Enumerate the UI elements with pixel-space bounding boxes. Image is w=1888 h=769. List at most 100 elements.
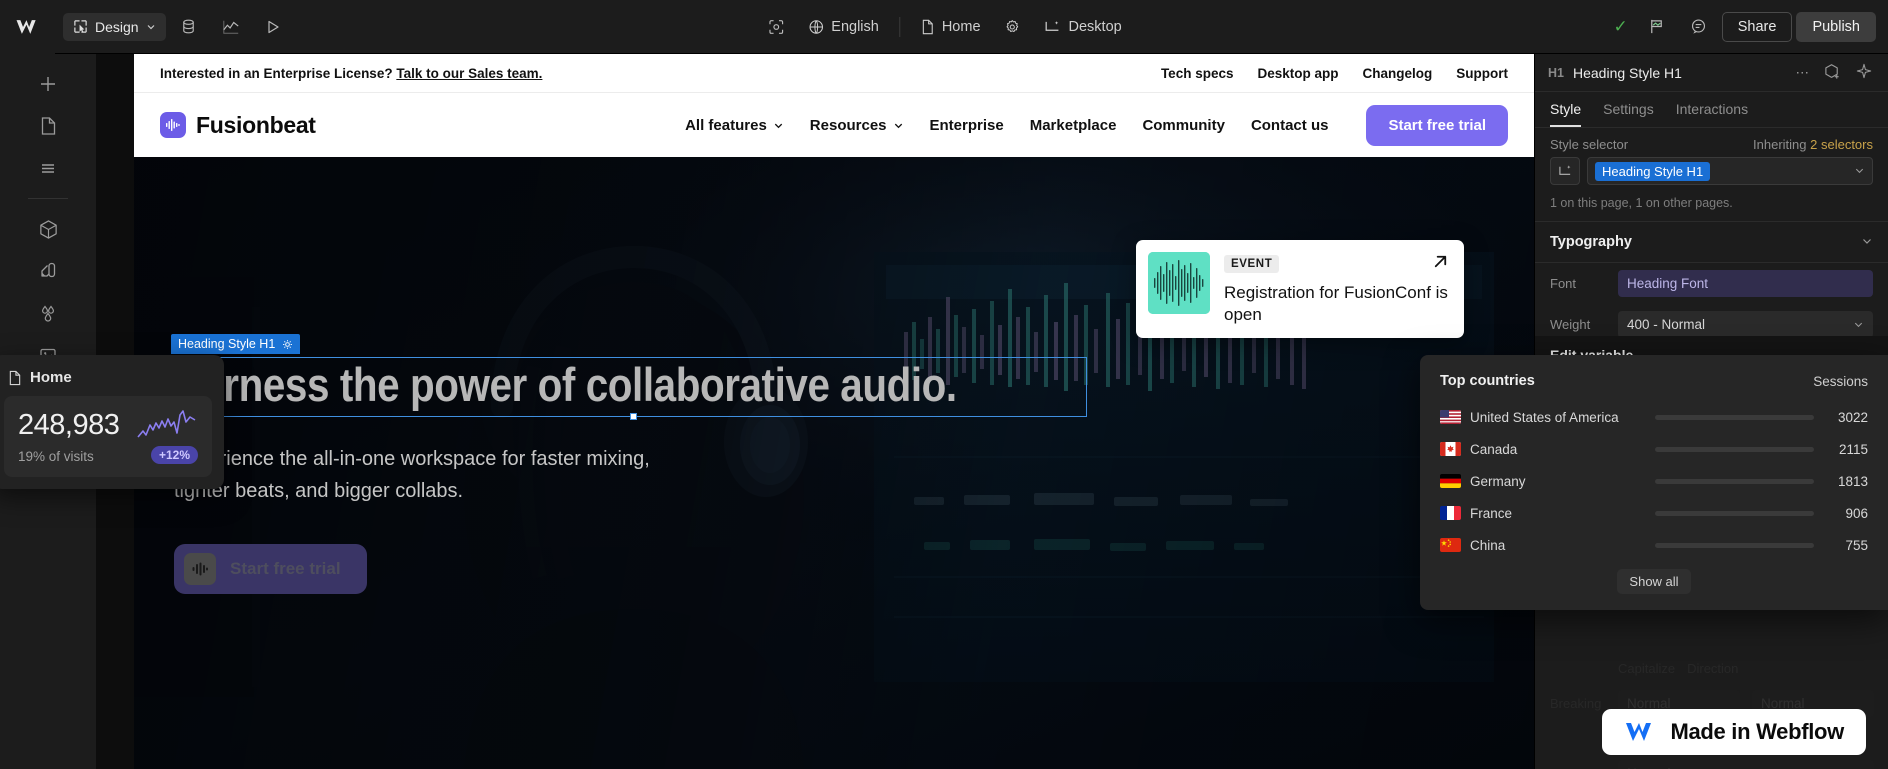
- pages-button[interactable]: [26, 106, 70, 146]
- chevron-down-icon: [1854, 322, 1863, 328]
- made-in-webflow-label: Made in Webflow: [1670, 719, 1844, 744]
- rail-divider: [28, 198, 68, 199]
- element-tag: H1: [1548, 65, 1564, 80]
- sales-team-link[interactable]: Talk to our Sales team.: [396, 66, 542, 81]
- utility-link-desktop-app[interactable]: Desktop app: [1257, 66, 1338, 81]
- webflow-logo-icon: [1626, 723, 1652, 741]
- share-button[interactable]: Share: [1721, 11, 1793, 42]
- page-selector[interactable]: Home: [911, 13, 990, 41]
- page-analytics-card[interactable]: Home 248,983 19% of visits +12%: [0, 355, 224, 489]
- made-in-webflow-badge[interactable]: Made in Webflow: [1602, 709, 1866, 755]
- style-selector-row: Style selector Inheriting 2 selectors: [1535, 128, 1888, 157]
- focus-mode-button[interactable]: [757, 10, 795, 44]
- dimmed-row-labels: Capitalize Direction: [1535, 654, 1888, 683]
- font-value-variable[interactable]: Heading Font: [1618, 270, 1873, 297]
- flag-icon-cn: [1440, 538, 1461, 552]
- country-name: United States of America: [1470, 409, 1619, 425]
- cms-database-button[interactable]: [170, 10, 208, 44]
- nav-link-resources[interactable]: Resources: [810, 117, 904, 134]
- page-icon: [9, 370, 21, 385]
- analytics-button[interactable]: [212, 10, 250, 44]
- site-preview[interactable]: Interested in an Enterprise License? Tal…: [134, 54, 1534, 769]
- hero-heading: harness the power of collaborative audio…: [177, 358, 957, 411]
- branches-button[interactable]: [1638, 10, 1676, 44]
- gear-icon[interactable]: [282, 339, 293, 350]
- nav-link-marketplace[interactable]: Marketplace: [1030, 117, 1117, 134]
- chevron-down-icon[interactable]: [1854, 164, 1865, 179]
- preview-play-button[interactable]: [254, 10, 292, 44]
- hero-section[interactable]: Heading Style H1 harness the power of co…: [134, 157, 1534, 769]
- chevron-down-icon[interactable]: [1861, 235, 1873, 250]
- database-icon: [183, 19, 194, 34]
- mode-switcher[interactable]: Design: [63, 12, 166, 41]
- selector-combobox[interactable]: Heading Style H1: [1587, 157, 1873, 185]
- inheriting-count[interactable]: 2 selectors: [1810, 137, 1873, 152]
- top-countries-panel[interactable]: Top countries Sessions United States of …: [1420, 355, 1888, 610]
- typography-section-header[interactable]: Typography: [1535, 222, 1888, 263]
- create-component-icon[interactable]: [1821, 63, 1844, 83]
- add-elements-button[interactable]: [26, 64, 70, 104]
- utility-link-changelog[interactable]: Changelog: [1363, 66, 1433, 81]
- weight-value-select[interactable]: 400 - Normal: [1618, 311, 1873, 338]
- selector-input-row: Heading Style H1: [1535, 157, 1888, 192]
- metric-values: 248,983 19% of visits: [18, 409, 120, 464]
- breaking-label: Breaking: [1550, 696, 1602, 711]
- desktop-star-icon[interactable]: [1550, 157, 1580, 185]
- toolbar-divider: [898, 16, 900, 37]
- nav-link-contact-us[interactable]: Contact us: [1251, 117, 1329, 134]
- webflow-home-button[interactable]: [0, 0, 55, 54]
- style-manager-button[interactable]: [26, 251, 70, 291]
- flag-icon-ca: [1440, 442, 1461, 456]
- nav-link-all-features[interactable]: All features: [685, 117, 784, 134]
- sparkle-icon[interactable]: [1853, 63, 1875, 82]
- utility-link-tech-specs[interactable]: Tech specs: [1161, 66, 1234, 81]
- hero-cta-button[interactable]: Start free trial: [174, 543, 367, 594]
- site-navbar: Fusionbeat All features Resources Enterp…: [134, 93, 1534, 157]
- hero-content: Heading Style H1 harness the power of co…: [171, 334, 1087, 594]
- ellipsis-icon[interactable]: ⋯: [1793, 65, 1813, 81]
- arrow-up-right-icon[interactable]: [1431, 252, 1450, 277]
- tab-style[interactable]: Style: [1550, 101, 1582, 127]
- variables-button[interactable]: [26, 293, 70, 333]
- focus-mode-icon: [769, 19, 784, 34]
- font-property-row: Font Heading Font: [1535, 263, 1888, 304]
- tab-settings[interactable]: Settings: [1603, 101, 1654, 127]
- selection-label-badge[interactable]: Heading Style H1: [171, 334, 301, 354]
- wrap-value[interactable]: Normal: [1618, 760, 1874, 769]
- topbar-right-group: ✓ Share Publish: [1607, 10, 1876, 44]
- comments-button[interactable]: [1680, 10, 1718, 44]
- chevron-down-icon: [894, 123, 902, 128]
- sessions-bar-track: [1655, 542, 1814, 548]
- language-selector[interactable]: English: [799, 13, 888, 41]
- page-settings-button[interactable]: [994, 10, 1032, 44]
- nav-link-community[interactable]: Community: [1142, 117, 1225, 134]
- chevron-down-icon: [774, 123, 782, 128]
- nav-link-enterprise[interactable]: Enterprise: [930, 117, 1004, 134]
- inheriting-info: Inheriting 2 selectors: [1753, 137, 1873, 152]
- countries-metric-label: Sessions: [1813, 373, 1868, 389]
- utility-links: Tech specs Desktop app Changelog Support: [1161, 66, 1508, 81]
- event-card[interactable]: EVENT Registration for FusionConf is ope…: [1136, 240, 1464, 338]
- publish-button[interactable]: Publish: [1796, 11, 1876, 42]
- language-label: English: [831, 18, 879, 35]
- nav-cta-start-free-trial[interactable]: Start free trial: [1366, 104, 1508, 146]
- show-all-button[interactable]: Show all: [1617, 569, 1691, 594]
- tab-interactions[interactable]: Interactions: [1676, 101, 1748, 127]
- brand-logo[interactable]: Fusionbeat: [160, 112, 316, 139]
- selected-heading-element[interactable]: Heading Style H1 harness the power of co…: [171, 334, 1087, 420]
- topbar-center-group: English Home Desktop: [757, 10, 1130, 44]
- utility-link-support[interactable]: Support: [1456, 66, 1508, 81]
- breakpoint-selector-desktop[interactable]: Desktop: [1036, 13, 1131, 41]
- play-icon: [267, 20, 279, 33]
- sessions-value: 2115: [1838, 441, 1868, 457]
- design-canvas[interactable]: Interested in an Enterprise License? Tal…: [96, 54, 1534, 769]
- components-button[interactable]: [26, 209, 70, 249]
- sessions-value: 755: [1845, 537, 1868, 553]
- style-selector-label: Style selector: [1550, 137, 1629, 152]
- navigator-button[interactable]: [26, 148, 70, 188]
- resize-handle[interactable]: [630, 412, 638, 420]
- typography-title: Typography: [1550, 234, 1632, 250]
- sessions-bar-track: [1655, 414, 1814, 420]
- metric-delta-badge: +12%: [150, 446, 198, 464]
- metric-trend: +12%: [136, 409, 198, 464]
